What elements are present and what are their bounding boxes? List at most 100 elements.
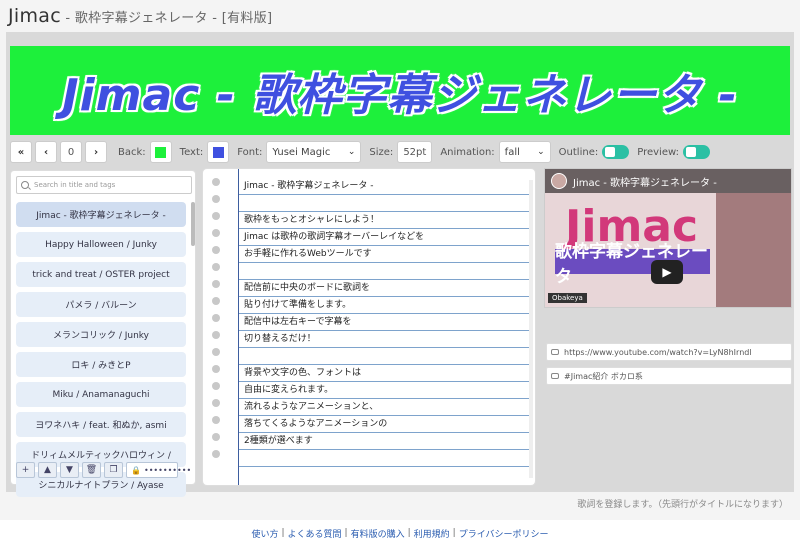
binding-hole bbox=[212, 229, 220, 237]
lyrics-editor[interactable]: Jimac - 歌枠字幕ジェネレータ - 歌枠をもっとオシャレにしよう！ Jim… bbox=[202, 168, 536, 486]
search-input[interactable]: Search in title and tags bbox=[16, 176, 192, 194]
binding-hole bbox=[212, 331, 220, 339]
binding-hole bbox=[212, 212, 220, 220]
video-title-bar: Jimac - 歌枠字幕ジェネレータ - bbox=[545, 169, 791, 193]
song-list-item[interactable]: trick and treat / OSTER project bbox=[16, 262, 186, 287]
footer-separator: | bbox=[407, 528, 411, 538]
prev-button[interactable]: ‹ bbox=[35, 141, 57, 163]
video-url-field[interactable]: https://www.youtube.com/watch?v=LyN8hIrn… bbox=[546, 343, 792, 361]
first-button[interactable]: « bbox=[10, 141, 32, 163]
binding-hole bbox=[212, 297, 220, 305]
subtitle-preview-banner: Jimac - 歌枠字幕ジェネレータ - bbox=[10, 46, 790, 135]
lyric-line: 流れるようなアニメーションと、 bbox=[239, 399, 529, 416]
search-icon bbox=[21, 181, 29, 189]
delete-button[interactable]: 🗑 bbox=[82, 462, 101, 478]
lyric-line: 歌枠をもっとオシャレにしよう！ bbox=[239, 212, 529, 229]
copy-button[interactable]: ❐ bbox=[104, 462, 123, 478]
text-color-swatch bbox=[212, 146, 224, 158]
font-select[interactable]: Yusei Magic ⌄ bbox=[266, 141, 362, 163]
lyric-line: 落ちてくるようなアニメーションの bbox=[239, 416, 529, 433]
outline-label: Outline: bbox=[558, 146, 599, 158]
footer-link-purchase[interactable]: 有料版の購入 bbox=[351, 527, 405, 540]
size-input[interactable]: 52pt bbox=[397, 141, 433, 163]
lyric-line bbox=[239, 263, 529, 280]
back-color-swatch bbox=[155, 146, 167, 158]
binding-hole bbox=[212, 195, 220, 203]
animation-label: Animation: bbox=[440, 146, 495, 158]
preview-label: Preview: bbox=[637, 146, 679, 158]
lyric-line bbox=[239, 195, 529, 212]
thumbnail-subtitle: 歌枠字幕ジェネレータ bbox=[555, 241, 710, 287]
banner-text: Jimac - 歌枠字幕ジェネレータ - bbox=[61, 69, 738, 122]
footer-link-faq[interactable]: よくある質問 bbox=[288, 527, 342, 540]
binding-hole bbox=[212, 178, 220, 186]
video-panel: Jimac 歌枠字幕ジェネレータ Jimac - 歌枠字幕ジェネレータ - ▶ … bbox=[544, 168, 794, 390]
search-placeholder: Search in title and tags bbox=[34, 181, 116, 189]
lyric-line: 貼り付けて準備をします。 bbox=[239, 297, 529, 314]
outline-toggle[interactable] bbox=[602, 145, 630, 159]
status-hint: 歌詞を登録します。（先頭行がタイトルになります） bbox=[577, 500, 788, 510]
lyric-line: 配信前に中央のボードに歌詞を bbox=[239, 280, 529, 297]
binding-hole bbox=[212, 450, 220, 458]
tags-value: #Jimac紹介 ボカロ系 bbox=[564, 371, 643, 381]
binding-hole bbox=[212, 433, 220, 441]
lyric-line bbox=[239, 450, 529, 467]
footer-separator: | bbox=[452, 528, 456, 538]
song-list: Jimac - 歌枠字幕ジェネレータ - Happy Halloween / J… bbox=[16, 202, 186, 502]
song-list-panel: Search in title and tags Jimac - 歌枠字幕ジェネ… bbox=[10, 170, 196, 497]
footer-separator: | bbox=[281, 528, 285, 538]
footer-link-privacy[interactable]: プライバシーポリシー bbox=[459, 527, 549, 540]
chevron-down-icon: ⌄ bbox=[347, 147, 356, 157]
song-list-item[interactable]: パメラ / バルーン bbox=[16, 292, 186, 317]
video-title: Jimac - 歌枠字幕ジェネレータ - bbox=[573, 177, 717, 189]
move-down-button[interactable]: ▼ bbox=[60, 462, 79, 478]
back-color-label: Back: bbox=[118, 146, 146, 158]
back-color-picker[interactable] bbox=[149, 141, 172, 163]
channel-avatar[interactable] bbox=[551, 173, 567, 189]
lyric-line: Jimac は歌枠の歌詞字幕オーバーレイなどを bbox=[239, 229, 529, 246]
lyric-line: 切り替えるだけ！ bbox=[239, 331, 529, 348]
animation-select[interactable]: fall ⌄ bbox=[498, 141, 551, 163]
song-list-item[interactable]: ヨワネハキ / feat. 和ぬか, asmi bbox=[16, 412, 186, 437]
preview-frame: Jimac - 歌枠字幕ジェネレータ - « ‹ 0 › Back: Text:… bbox=[6, 32, 794, 497]
text-color-picker[interactable] bbox=[207, 141, 230, 163]
next-button[interactable]: › bbox=[85, 141, 107, 163]
lyric-line: お手軽に作れるWebツールです bbox=[239, 246, 529, 263]
font-label: Font: bbox=[237, 146, 263, 158]
song-list-item[interactable]: Jimac - 歌枠字幕ジェネレータ - bbox=[16, 202, 186, 227]
password-field[interactable]: 🔒 •••••••••• bbox=[126, 462, 191, 478]
app-title-main: Jimac bbox=[8, 5, 61, 27]
tags-field[interactable]: #Jimac紹介 ボカロ系 bbox=[546, 367, 792, 385]
link-icon bbox=[551, 349, 559, 355]
footer-link-terms[interactable]: 利用規約 bbox=[414, 527, 450, 540]
add-song-button[interactable]: + bbox=[16, 462, 35, 478]
footer: 使い方 | よくある質問 | 有料版の購入 | 利用規約 | プライバシーポリシ… bbox=[0, 520, 800, 546]
footer-link-usage[interactable]: 使い方 bbox=[251, 527, 278, 540]
play-icon[interactable]: ▶ bbox=[651, 260, 683, 284]
toolbar: « ‹ 0 › Back: Text: Font: Yusei Magic ⌄ … bbox=[10, 140, 790, 164]
video-embed[interactable]: Jimac 歌枠字幕ジェネレータ Jimac - 歌枠字幕ジェネレータ - ▶ … bbox=[544, 168, 792, 308]
lyrics-lines: Jimac - 歌枠字幕ジェネレータ - 歌枠をもっとオシャレにしよう！ Jim… bbox=[239, 169, 529, 467]
list-scrollbar[interactable] bbox=[191, 202, 195, 246]
editor-scrollbar[interactable] bbox=[529, 180, 533, 478]
song-list-item[interactable]: Miku / Anamanaguchi bbox=[16, 382, 186, 407]
lyric-line: Jimac - 歌枠字幕ジェネレータ - bbox=[239, 178, 529, 195]
song-list-item[interactable]: Happy Halloween / Junky bbox=[16, 232, 186, 257]
text-color-label: Text: bbox=[179, 146, 204, 158]
password-value: •••••••••• bbox=[143, 465, 192, 475]
lock-icon: 🔒 bbox=[131, 465, 141, 475]
lyric-line: 2種類が選べます bbox=[239, 433, 529, 450]
brand-label: Obakeya bbox=[548, 293, 587, 303]
chevron-down-icon: ⌄ bbox=[537, 147, 545, 157]
binding-hole bbox=[212, 399, 220, 407]
preview-toggle[interactable] bbox=[682, 145, 710, 159]
binding-hole bbox=[212, 365, 220, 373]
song-list-item[interactable]: メランコリック / Junky bbox=[16, 322, 186, 347]
size-label: Size: bbox=[369, 146, 394, 158]
video-url: https://www.youtube.com/watch?v=LyN8hIrn… bbox=[564, 347, 752, 357]
index-display[interactable]: 0 bbox=[60, 141, 82, 163]
character-illustration bbox=[716, 193, 791, 307]
move-up-button[interactable]: ▲ bbox=[38, 462, 57, 478]
song-list-item[interactable]: ロキ / みきとP bbox=[16, 352, 186, 377]
font-select-value: Yusei Magic bbox=[272, 146, 331, 158]
